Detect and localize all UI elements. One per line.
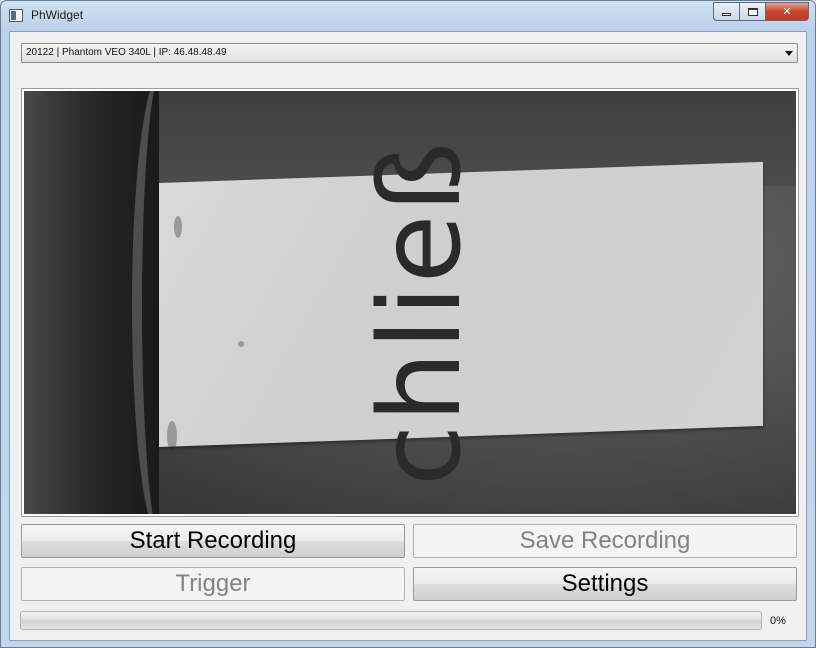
maximize-button[interactable] [739, 2, 765, 21]
chevron-down-icon [785, 51, 793, 56]
window-title: PhWidget [31, 8, 84, 22]
camera-preview-frame: chließ [21, 88, 799, 517]
preview-smudge [174, 216, 182, 238]
caption-buttons: ✕ [713, 2, 809, 21]
close-button[interactable]: ✕ [765, 2, 809, 21]
preview-smudge [238, 341, 244, 347]
trigger-button[interactable]: Trigger [21, 567, 405, 601]
minimize-button[interactable] [713, 2, 739, 21]
title-bar[interactable]: PhWidget ✕ [1, 1, 815, 31]
preview-label-text: chließ [356, 139, 486, 487]
camera-preview: chließ [24, 91, 796, 514]
settings-button[interactable]: Settings [413, 567, 797, 601]
camera-select-value: 20122 | Phantom VEO 340L | IP: 46.48.48.… [26, 47, 227, 58]
start-recording-button[interactable]: Start Recording [21, 524, 405, 558]
minimize-icon [722, 13, 731, 16]
preview-smudge [167, 421, 177, 451]
camera-select[interactable]: 20122 | Phantom VEO 340L | IP: 46.48.48.… [21, 43, 798, 63]
app-icon [9, 9, 23, 22]
progress-bar [20, 611, 762, 630]
client-area: 20122 | Phantom VEO 340L | IP: 46.48.48.… [9, 31, 807, 641]
maximize-icon [747, 7, 758, 16]
progress-percent: 0% [770, 615, 786, 627]
close-icon: ✕ [782, 6, 792, 18]
save-recording-button[interactable]: Save Recording [413, 524, 797, 558]
app-window: PhWidget ✕ 20122 | Phantom VEO 340L | IP… [0, 0, 816, 648]
